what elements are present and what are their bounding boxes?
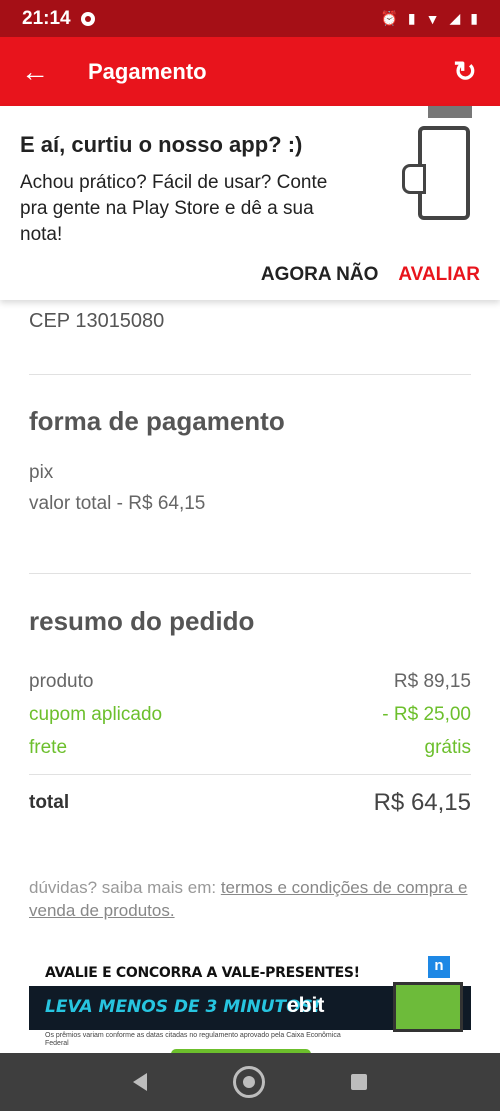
row-value: - R$ 25,00 [382, 704, 471, 725]
footer-help: dúvidas? saiba mais em: termos e condiçõ… [29, 876, 471, 922]
refresh-icon[interactable]: ↻ [430, 55, 500, 88]
summary-row-coupon: cupom aplicado - R$ 25,00 [29, 698, 471, 731]
status-bar: 21:14 ⏰ ▮ ▼ ◢ ▮ [0, 0, 500, 37]
total-value: R$ 64,15 [373, 789, 471, 816]
hand-icon [402, 164, 426, 194]
summary-heading: resumo do pedido [29, 606, 255, 636]
app-bar: ← Pagamento ↻ [0, 37, 500, 106]
rating-prompt: E aí, curtiu o nosso app? :) Achou práti… [0, 106, 500, 300]
signal-icon: ◢ [449, 10, 461, 26]
nav-back-icon[interactable] [133, 1073, 147, 1091]
back-arrow-icon[interactable]: ← [0, 56, 70, 88]
ebit-logo: ebit [287, 994, 325, 1017]
total-label: total [29, 792, 70, 813]
row-value: grátis [424, 737, 471, 758]
rating-question: E aí, curtiu o nosso app? :) [20, 132, 303, 157]
footer-prefix: dúvidas? saiba mais em: [29, 878, 221, 897]
ad-banner[interactable]: AVALIE E CONCORRA A VALE-PRESENTES! n LE… [29, 950, 471, 1053]
payment-method: pix [29, 462, 54, 483]
divider [29, 374, 471, 375]
divider [29, 573, 471, 574]
nav-home-icon[interactable] [233, 1066, 265, 1098]
later-button[interactable]: AGORA NÃO [261, 264, 379, 286]
row-label: produto [29, 671, 94, 692]
row-label: cupom aplicado [29, 704, 163, 725]
navigation-bar [0, 1053, 500, 1111]
status-time: 21:14 [22, 7, 71, 29]
rating-message: Achou prático? Fácil de usar? Conte pra … [20, 172, 328, 245]
summary-total: total R$ 64,15 [29, 786, 471, 819]
alarm-icon: ⏰ [380, 10, 398, 26]
banner-fine-print: Os prêmios variam conforme as datas cita… [45, 1032, 341, 1047]
payment-heading: forma de pagamento [29, 406, 285, 436]
notification-icon [80, 11, 95, 26]
banner-message: LEVA MENOS DE 3 MINUTOS! [45, 997, 321, 1017]
page-title: Pagamento [88, 58, 207, 84]
sleeve-icon [428, 106, 472, 118]
banner-strip: LEVA MENOS DE 3 MINUTOS! ebit [29, 982, 471, 1032]
laptop-image [393, 982, 463, 1032]
nav-recents-icon[interactable] [351, 1074, 367, 1090]
battery-icon: ▮ [470, 10, 478, 26]
vibrate-icon: ▮ [407, 10, 416, 26]
summary-rows: produto R$ 89,15 cupom aplicado - R$ 25,… [29, 665, 471, 764]
status-icons: ⏰ ▮ ▼ ◢ ▮ [380, 10, 478, 27]
wifi-icon: ▼ [425, 10, 440, 27]
banner-headline: AVALIE E CONCORRA A VALE-PRESENTES! [45, 965, 360, 981]
rate-button[interactable]: AVALIAR [398, 264, 480, 286]
summary-row-shipping: frete grátis [29, 731, 471, 764]
address-cep: CEP 13015080 [29, 310, 165, 332]
divider [29, 774, 471, 775]
row-label: frete [29, 737, 68, 758]
payment-total: valor total - R$ 64,15 [29, 493, 206, 514]
row-value: R$ 89,15 [393, 671, 471, 692]
summary-row-product: produto R$ 89,15 [29, 665, 471, 698]
ad-badge: n [428, 956, 450, 978]
